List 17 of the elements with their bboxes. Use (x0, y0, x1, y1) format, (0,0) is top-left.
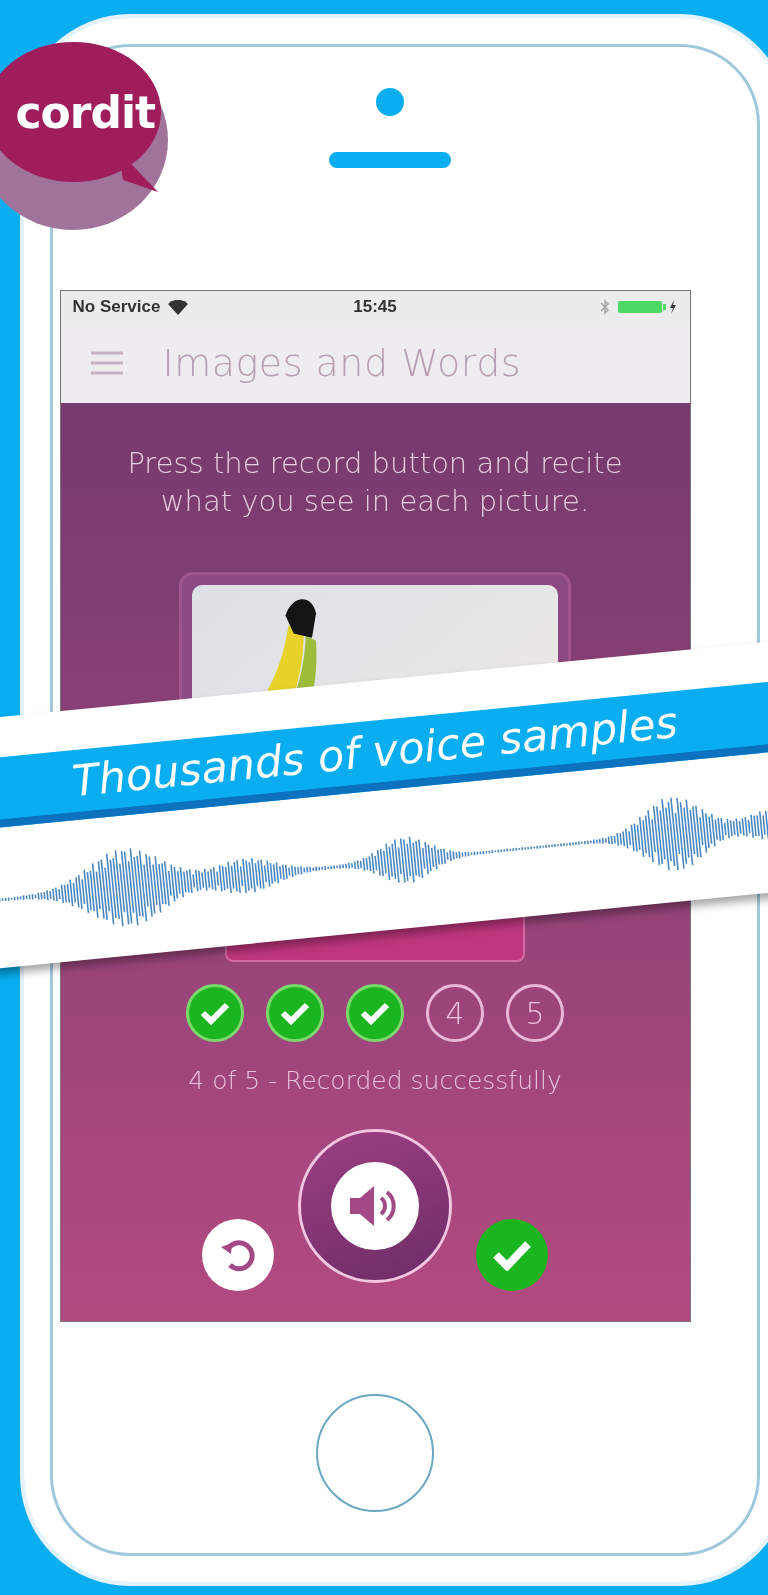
camera-icon (376, 88, 404, 116)
status-message: 4 of 5 - Recorded successfully (188, 1066, 562, 1096)
wifi-icon (168, 299, 189, 315)
check-icon (360, 1001, 390, 1026)
home-button[interactable] (316, 1394, 434, 1512)
screen-title: Images and Words (162, 341, 522, 385)
bluetooth-icon (599, 298, 610, 316)
pending-step: 4 (426, 984, 484, 1043)
carrier-label: No Service (72, 297, 161, 317)
check-icon (280, 1001, 310, 1026)
battery-icon (617, 299, 678, 315)
instructions-text: Press the record button and recite what you see in each picture. (126, 445, 624, 520)
pending-step: 5 (506, 984, 564, 1043)
clock-label: 15:45 (353, 297, 397, 317)
banner-text: Thousands of voice samples (70, 697, 680, 807)
check-icon (200, 1001, 230, 1026)
check-icon (492, 1239, 532, 1272)
